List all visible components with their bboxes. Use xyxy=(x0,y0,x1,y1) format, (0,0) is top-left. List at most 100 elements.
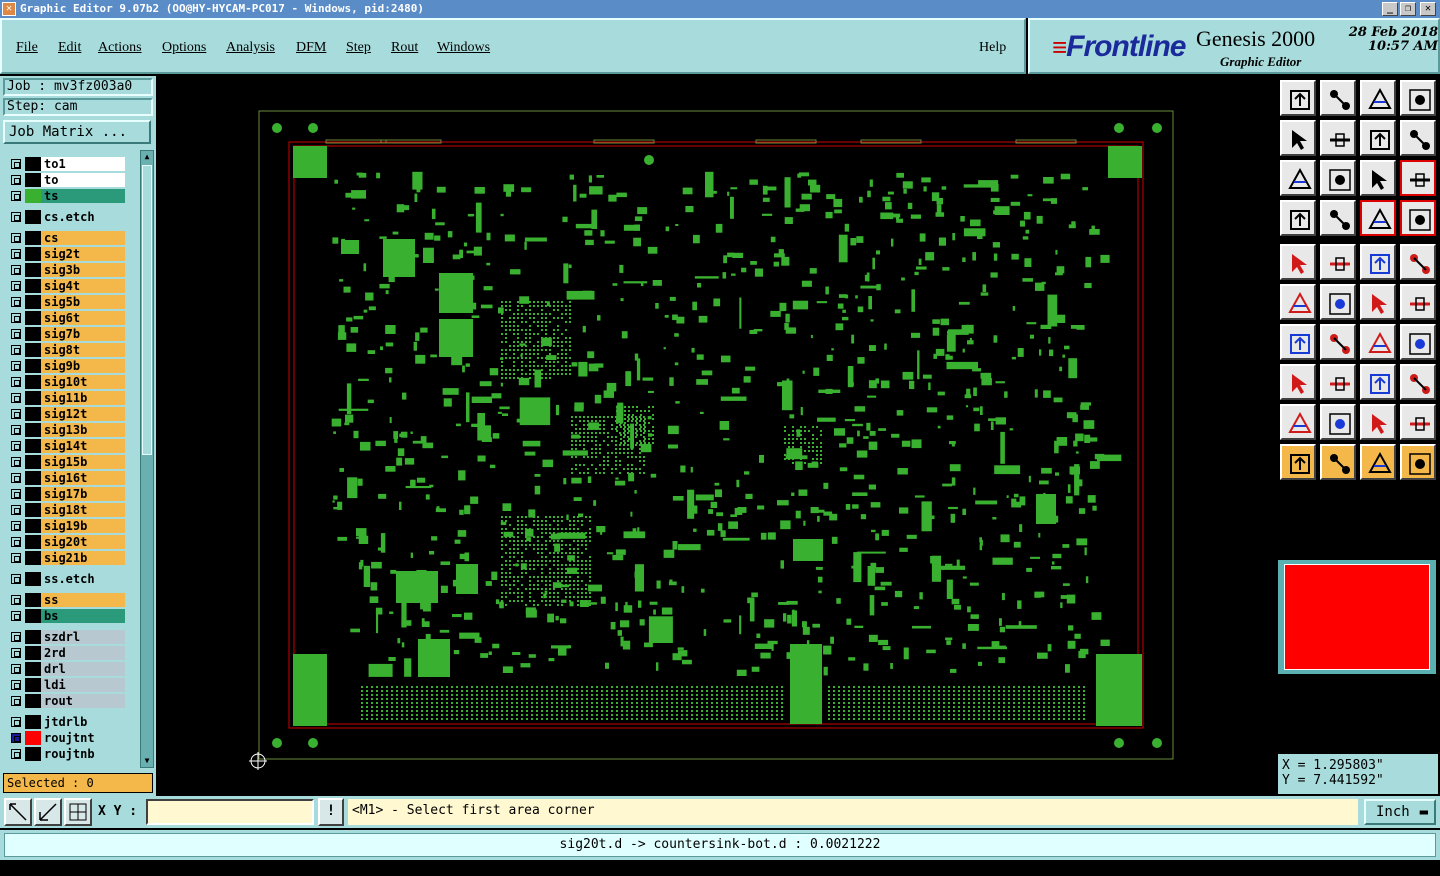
layer-name[interactable]: ldi xyxy=(41,678,125,692)
layer-name[interactable]: to1 xyxy=(41,157,125,171)
pan-right-button[interactable] xyxy=(1320,120,1356,156)
layer-color-swatch[interactable] xyxy=(25,173,41,187)
layer-row-ldi[interactable]: ldi xyxy=(3,677,139,693)
menu-dfm[interactable]: DFM xyxy=(296,40,326,56)
layer-row-to1[interactable]: to1 xyxy=(3,156,139,172)
resize-button[interactable] xyxy=(1400,324,1436,360)
layer-row-sig17b[interactable]: sig17b xyxy=(3,486,139,502)
net-highlight-button[interactable] xyxy=(1360,200,1396,236)
redraw-button[interactable] xyxy=(1400,120,1436,156)
layer-name[interactable]: sig19b xyxy=(41,519,125,533)
close-button[interactable]: ✕ xyxy=(1420,2,1436,16)
pan-left-button[interactable] xyxy=(1280,120,1316,156)
layer-color-swatch[interactable] xyxy=(25,407,41,421)
layer-checkbox[interactable] xyxy=(11,696,21,706)
layer-name[interactable]: cs.etch xyxy=(41,210,125,224)
layer-color-swatch[interactable] xyxy=(25,311,41,325)
layer-row-sig14t[interactable]: sig14t xyxy=(3,438,139,454)
layer-name[interactable]: sig2t xyxy=(41,247,125,261)
layer-row-sig7b[interactable]: sig7b xyxy=(3,326,139,342)
layer-name[interactable]: sig15b xyxy=(41,455,125,469)
angle-button[interactable] xyxy=(1280,324,1316,360)
layer-row-bs[interactable]: bs xyxy=(3,608,139,624)
layer-checkbox[interactable] xyxy=(11,632,21,642)
prompt-flag-button[interactable]: ! xyxy=(318,798,344,826)
menu-options[interactable]: Options xyxy=(162,40,206,56)
layer-name[interactable]: szdrl xyxy=(41,630,125,644)
layer-name[interactable]: sig14t xyxy=(41,439,125,453)
layer-checkbox[interactable] xyxy=(11,537,21,547)
layer-checkbox[interactable] xyxy=(11,664,21,674)
layer-color-swatch[interactable] xyxy=(25,662,41,676)
layer-name[interactable]: sig8t xyxy=(41,343,125,357)
layer-color-swatch[interactable] xyxy=(25,157,41,171)
layer-checkbox[interactable] xyxy=(11,489,21,499)
layer-color-swatch[interactable] xyxy=(25,391,41,405)
minimize-button[interactable]: _ xyxy=(1382,2,1398,16)
measure-settings-button[interactable] xyxy=(1280,200,1316,236)
layer-row-sig4t[interactable]: sig4t xyxy=(3,278,139,294)
select-pointer-button[interactable] xyxy=(1280,444,1316,480)
layer-checkbox[interactable] xyxy=(11,191,21,201)
layer-checkbox[interactable] xyxy=(11,574,21,584)
layer-row-roujtnt[interactable]: roujtnt xyxy=(3,730,139,746)
layer-name[interactable]: sig21b xyxy=(41,551,125,565)
layer-name[interactable]: sig20t xyxy=(41,535,125,549)
layer-row-sig15b[interactable]: sig15b xyxy=(3,454,139,470)
home-button[interactable] xyxy=(1360,80,1396,116)
layer-row-sig16t[interactable]: sig16t xyxy=(3,470,139,486)
layer-checkbox[interactable] xyxy=(11,233,21,243)
layer-name[interactable]: roujtnb xyxy=(41,747,125,761)
job-matrix-button[interactable]: Job Matrix ... xyxy=(3,120,151,144)
layer-row-cs[interactable]: cs xyxy=(3,230,139,246)
pcb-board-view[interactable] xyxy=(156,76,1276,796)
grid-button[interactable] xyxy=(64,798,92,826)
app-icon[interactable]: ✕ xyxy=(2,2,16,16)
layer-color-swatch[interactable] xyxy=(25,487,41,501)
polygon-cut-button[interactable] xyxy=(1400,404,1436,440)
menu-help[interactable]: Help xyxy=(979,40,1006,56)
ruler-button[interactable] xyxy=(1360,244,1396,280)
layer-name[interactable]: sig6t xyxy=(41,311,125,325)
pad-button[interactable] xyxy=(1400,244,1436,280)
fit-screen-button[interactable] xyxy=(1320,160,1356,196)
layer-checkbox[interactable] xyxy=(11,409,21,419)
layer-checkbox[interactable] xyxy=(11,393,21,403)
zoom-prev-button[interactable] xyxy=(1320,80,1356,116)
layer-color-swatch[interactable] xyxy=(25,630,41,644)
layer-row-ss[interactable]: ss xyxy=(3,592,139,608)
scroll-down-icon[interactable]: ▼ xyxy=(142,755,152,767)
query-button[interactable] xyxy=(1400,160,1436,196)
layer-color-swatch[interactable] xyxy=(25,327,41,341)
layer-color-swatch[interactable] xyxy=(25,519,41,533)
layer-name[interactable]: ts xyxy=(41,189,125,203)
layer-name[interactable]: sig11b xyxy=(41,391,125,405)
layer-name[interactable]: sig18t xyxy=(41,503,125,517)
layer-row-ss-etch[interactable]: ss.etch xyxy=(3,571,139,587)
menu-actions[interactable]: Actions xyxy=(98,40,142,56)
layer-row-sig10t[interactable]: sig10t xyxy=(3,374,139,390)
layer-color-swatch[interactable] xyxy=(25,439,41,453)
layer-name[interactable]: sig3b xyxy=(41,263,125,277)
layer-color-swatch[interactable] xyxy=(25,279,41,293)
split-node-button[interactable] xyxy=(1400,284,1436,320)
layer-row-sig5b[interactable]: sig5b xyxy=(3,294,139,310)
layer-row-szdrl[interactable]: szdrl xyxy=(3,629,139,645)
select-net-button[interactable] xyxy=(1400,444,1436,480)
layer-color-swatch[interactable] xyxy=(25,263,41,277)
layer-row-drl[interactable]: drl xyxy=(3,661,139,677)
layer-color-swatch[interactable] xyxy=(25,231,41,245)
layer-checkbox[interactable] xyxy=(11,521,21,531)
layer-row-2rd[interactable]: 2rd xyxy=(3,645,139,661)
layer-name[interactable]: sig5b xyxy=(41,295,125,309)
layer-checkbox[interactable] xyxy=(11,733,21,743)
menu-windows[interactable]: Windows xyxy=(437,40,490,56)
layer-name[interactable]: jtdrlb xyxy=(41,715,125,729)
layer-name[interactable]: to xyxy=(41,173,125,187)
layer-color-swatch[interactable] xyxy=(25,375,41,389)
layer-color-swatch[interactable] xyxy=(25,247,41,261)
layer-checkbox[interactable] xyxy=(11,175,21,185)
layer-color-swatch[interactable] xyxy=(25,646,41,660)
layer-checkbox[interactable] xyxy=(11,473,21,483)
select-area-button[interactable] xyxy=(1360,444,1396,480)
